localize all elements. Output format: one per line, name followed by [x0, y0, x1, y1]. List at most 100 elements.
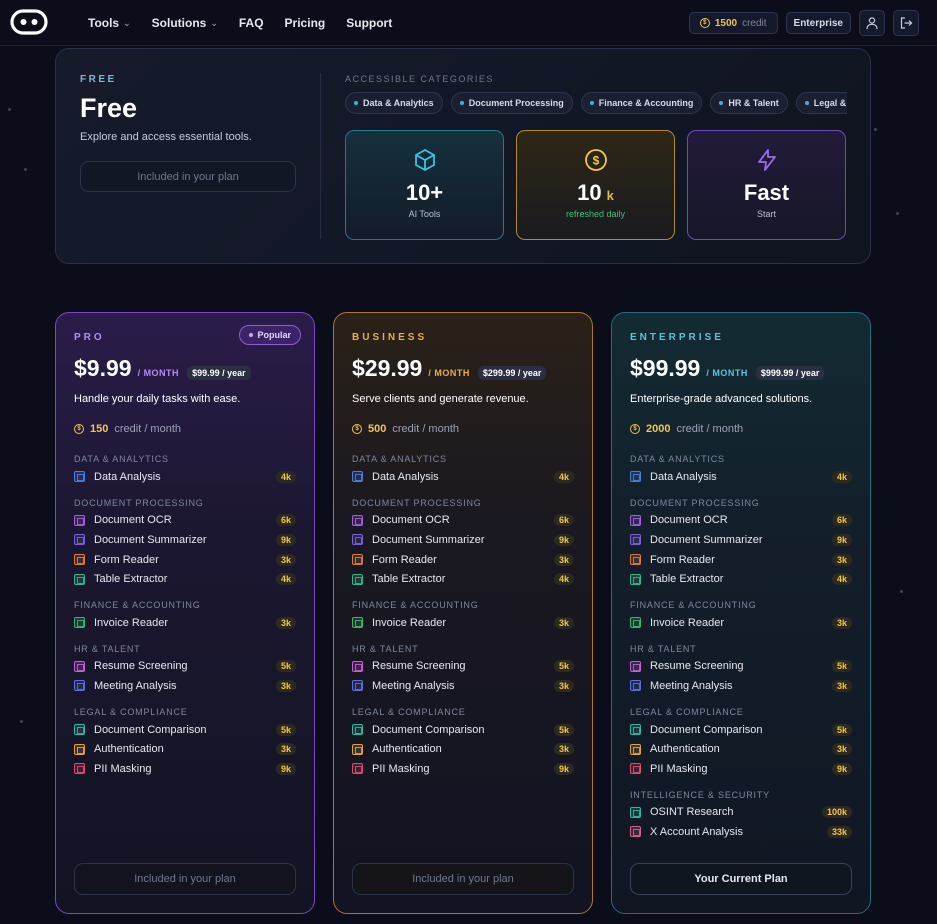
feature-row: Resume Screening 5k [74, 657, 296, 677]
plan-badge[interactable]: Enterprise [785, 12, 851, 34]
feature-name: Authentication [94, 743, 164, 756]
tool-icon [352, 724, 363, 736]
feature-name: Invoice Reader [650, 616, 724, 629]
nav-link-solutions[interactable]: Solutions ⌄ [152, 16, 218, 30]
feature-name: Document Comparison [94, 723, 207, 736]
free-plan-card: FREE Free Explore and access essential t… [55, 48, 871, 264]
feature-row: Authentication 3k [352, 739, 574, 759]
feature-section-title: FINANCE & ACCOUNTING [352, 599, 479, 610]
feature-row: Form Reader 3k [74, 550, 296, 570]
feature-list: DATA & ANALYTICS Data Analysis 4k DOCUMENT … [630, 454, 852, 842]
tool-icon [352, 534, 363, 546]
category-chip-label: HR & Talent [728, 98, 779, 108]
chip-dot-icon [719, 101, 724, 105]
feature-name: Data Analysis [372, 470, 439, 483]
feature-row: Document Summarizer 9k [74, 530, 296, 550]
tool-icon [352, 660, 363, 672]
feature-name: Invoice Reader [372, 616, 446, 629]
category-chip[interactable]: Finance & Accounting [580, 92, 703, 114]
chip-dot-icon [804, 101, 809, 105]
feature-name: Authentication [372, 743, 442, 756]
plan-button[interactable]: Included in your plan [352, 863, 574, 895]
feature-name: Authentication [650, 743, 720, 756]
category-chip[interactable]: HR & Talent [710, 92, 788, 114]
plan-button[interactable]: Included in your plan [74, 863, 296, 895]
price: $29.99 [352, 355, 423, 381]
tool-icon [630, 471, 641, 483]
stat-tile: 10+ AI Tools [345, 130, 504, 240]
feature-name: Document OCR [372, 514, 450, 527]
feature-count-badge: 3k [831, 679, 852, 692]
background-dot [20, 720, 23, 723]
tool-icon [74, 573, 85, 585]
chip-dot-icon [589, 101, 594, 105]
feature-count-badge: 9k [275, 762, 296, 775]
nav-link-pricing[interactable]: Pricing [285, 16, 326, 30]
feature-row: Document Summarizer 9k [630, 530, 852, 550]
coin-icon: $ [352, 424, 362, 434]
tool-icon [630, 680, 641, 692]
category-chip[interactable]: Document Processing [450, 92, 573, 114]
feature-count-badge: 4k [275, 470, 296, 483]
category-chips: Data & Analytics Document Processing Finan… [345, 92, 847, 116]
plan-button[interactable]: Your Current Plan [630, 863, 852, 895]
free-plan-description: Explore and access essential tools. [80, 131, 252, 143]
feature-name: OSINT Research [650, 806, 734, 819]
price-row: $29.99 / MONTH $299.99 / year [352, 355, 547, 382]
feature-section-title: DATA & ANALYTICS [74, 454, 169, 464]
top-navbar: Tools ⌄ Solutions ⌄ FAQ Pricing Support $ 1500… [0, 0, 937, 46]
feature-row: X Account Analysis 33k [630, 822, 852, 842]
profile-button[interactable] [859, 10, 885, 36]
feature-name: Document Summarizer [650, 533, 763, 546]
feature-section-title: LEGAL & COMPLIANCE [630, 706, 744, 717]
plan-card-pro: PRO Popular $9.99 / MONTH $99.99 / year Handl… [55, 312, 315, 914]
logo-icon[interactable] [10, 8, 48, 36]
nav-link-label: FAQ [238, 16, 264, 30]
feature-count-badge: 5k [553, 660, 574, 673]
tool-icon [352, 573, 363, 585]
feature-count-badge: 3k [831, 743, 852, 756]
feature-row: Invoice Reader 3k [352, 613, 574, 633]
free-plan-label: FREE [80, 74, 117, 85]
feature-row: Resume Screening 5k [630, 657, 852, 677]
plan-credits: $150 credit / month [74, 423, 181, 435]
background-dot [874, 128, 877, 131]
free-plan-button[interactable]: Included in your plan [80, 161, 296, 192]
feature-count-badge: 6k [831, 514, 852, 527]
feature-section-title: HR & TALENT [352, 643, 419, 654]
nav-link-support[interactable]: Support [346, 16, 392, 30]
credit-amount: 500 [368, 423, 387, 435]
tool-icon [352, 471, 363, 483]
nav-link-faq[interactable]: FAQ [239, 16, 264, 30]
tool-icon [352, 763, 363, 775]
stat-tile: Fast Start [687, 130, 846, 240]
tool-icon [74, 724, 85, 736]
feature-name: Data Analysis [650, 470, 717, 483]
category-chip[interactable]: Data & Analytics [345, 92, 443, 114]
tool-icon [352, 554, 363, 566]
tool-icon [352, 514, 363, 526]
feature-name: Document Summarizer [372, 533, 485, 546]
feature-name: PII Masking [372, 762, 430, 775]
feature-count-badge: 9k [553, 762, 574, 775]
plan-credits: $2000 credit / month [630, 423, 743, 435]
feature-count-badge: 5k [831, 660, 852, 673]
credit-balance[interactable]: $ 1500 credit [688, 12, 778, 34]
nav-link-tools[interactable]: Tools ⌄ [88, 16, 131, 30]
feature-section-title: DATA & ANALYTICS [630, 454, 725, 464]
popular-label: Popular [257, 330, 291, 340]
feature-row: Meeting Analysis 3k [74, 676, 296, 696]
category-chip[interactable]: Legal & Compliance [795, 92, 847, 114]
logout-button[interactable] [893, 10, 919, 36]
feature-section-title: FINANCE & ACCOUNTING [74, 599, 201, 610]
feature-row: Form Reader 3k [630, 550, 852, 570]
stat-value: Fast [744, 180, 789, 206]
feature-name: Document OCR [94, 514, 172, 527]
price: $9.99 [74, 355, 132, 381]
feature-count-badge: 3k [275, 679, 296, 692]
feature-row: PII Masking 9k [630, 759, 852, 779]
feature-name: PII Masking [94, 762, 152, 775]
yearly-price-badge: $299.99 / year [477, 366, 547, 380]
chip-dot-icon [354, 101, 358, 105]
feature-row: Data Analysis 4k [74, 467, 296, 487]
